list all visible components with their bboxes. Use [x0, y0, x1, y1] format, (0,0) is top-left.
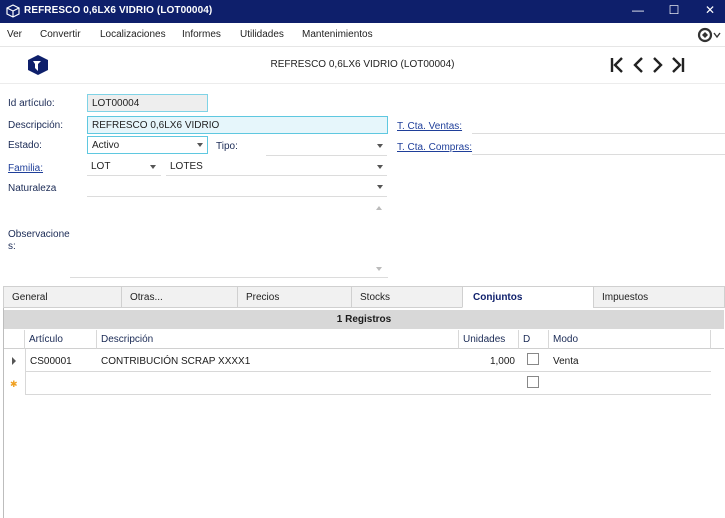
minimize-button[interactable]: —: [620, 0, 656, 23]
menu-informes[interactable]: Informes: [182, 29, 221, 40]
new-cell-modo[interactable]: [549, 372, 711, 395]
record-header: REFRESCO 0,6LX6 VIDRIO (LOT00004): [0, 48, 725, 84]
row-selector[interactable]: [4, 349, 25, 372]
naturaleza-underline: [87, 196, 387, 197]
familia-name-underline: [166, 175, 387, 176]
current-row-arrow-icon: [12, 357, 16, 365]
tipo-label: Tipo:: [216, 141, 238, 152]
cell-modo[interactable]: Venta: [549, 349, 711, 372]
cell-d[interactable]: [519, 349, 549, 372]
cell-unidades[interactable]: 1,000: [459, 349, 519, 372]
tab-otras[interactable]: Otras...: [121, 286, 238, 308]
d-checkbox[interactable]: [527, 353, 539, 365]
naturaleza-dropdown-icon[interactable]: [377, 185, 383, 189]
maximize-button[interactable]: ☐: [656, 0, 692, 23]
new-cell-d[interactable]: [519, 372, 549, 395]
cta-compras-field[interactable]: [472, 137, 724, 155]
cta-compras-label-link[interactable]: T. Cta. Compras:: [397, 142, 472, 153]
cta-ventas-label-link[interactable]: T. Cta. Ventas:: [397, 121, 462, 132]
familia-name-dropdown-icon[interactable]: [377, 165, 383, 169]
observaciones-textarea[interactable]: [70, 200, 388, 276]
familia-code-dropdown-icon[interactable]: [150, 165, 156, 169]
window-title: REFRESCO 0,6LX6 VIDRIO (LOT00004): [24, 5, 213, 16]
column-header-d[interactable]: D: [519, 330, 549, 349]
last-record-icon[interactable]: [671, 55, 685, 75]
tab-bar: General Otras... Precios Stocks Conjunto…: [3, 286, 725, 308]
observaciones-underline: [70, 277, 388, 278]
estado-dropdown-icon[interactable]: [197, 143, 203, 147]
descripcion-label: Descripción:: [8, 120, 64, 131]
scroll-up-icon[interactable]: [376, 206, 382, 210]
tipo-underline: [266, 155, 387, 156]
settings-dropdown-icon[interactable]: [697, 27, 723, 43]
cta-compras-underline: [472, 154, 725, 155]
cta-ventas-underline: [472, 133, 725, 134]
tab-impuestos[interactable]: Impuestos: [593, 286, 725, 308]
column-header-articulo[interactable]: Artículo: [25, 330, 97, 349]
tab-conjuntos[interactable]: Conjuntos: [462, 286, 594, 308]
tipo-dropdown-icon[interactable]: [377, 144, 383, 148]
title-bar: REFRESCO 0,6LX6 VIDRIO (LOT00004) — ☐ ✕: [0, 0, 725, 23]
menu-convertir[interactable]: Convertir: [40, 29, 81, 40]
tab-precios[interactable]: Precios: [237, 286, 352, 308]
id-articulo-label: Id artículo:: [8, 98, 55, 109]
cell-articulo[interactable]: CS00001: [25, 349, 97, 372]
new-cell-unidades[interactable]: [459, 372, 519, 395]
grid-record-count: 1 Registros: [4, 310, 724, 329]
previous-record-icon[interactable]: [631, 55, 645, 75]
first-record-icon[interactable]: [610, 55, 624, 75]
familia-name-select[interactable]: LOTES: [166, 158, 386, 176]
menu-ver[interactable]: Ver: [7, 29, 22, 40]
new-cell-descripcion[interactable]: [97, 372, 459, 395]
grid-header-filler: [711, 330, 724, 349]
package-icon: [6, 4, 20, 18]
column-header-descripcion[interactable]: Descripción: [97, 330, 459, 349]
new-row-marker-icon: ✱: [10, 379, 18, 389]
cell-descripcion[interactable]: CONTRIBUCIÓN SCRAP XXXX1: [97, 349, 459, 372]
menu-localizaciones[interactable]: Localizaciones: [100, 29, 166, 40]
new-cell-articulo[interactable]: [25, 372, 97, 395]
naturaleza-label: Naturaleza: [8, 183, 57, 194]
grid-rowheader-corner: [4, 330, 25, 349]
estado-select[interactable]: Activo: [87, 136, 208, 154]
close-button[interactable]: ✕: [692, 0, 725, 23]
menu-mantenimientos[interactable]: Mantenimientos: [302, 29, 373, 40]
familia-code-underline: [87, 175, 161, 176]
descripcion-field[interactable]: REFRESCO 0,6LX6 VIDRIO: [87, 116, 388, 134]
scroll-down-icon[interactable]: [376, 267, 382, 271]
id-articulo-field[interactable]: LOT00004: [87, 94, 208, 112]
new-d-checkbox[interactable]: [527, 376, 539, 388]
tipo-select[interactable]: [266, 137, 386, 155]
naturaleza-select[interactable]: [87, 179, 387, 197]
conjuntos-grid: 1 Registros Artículo Descripción Unidade…: [3, 308, 725, 518]
column-header-modo[interactable]: Modo: [549, 330, 711, 349]
menu-bar: Ver Convertir Localizaciones Informes Ut…: [0, 23, 725, 47]
cta-ventas-field[interactable]: [472, 116, 724, 134]
tab-general[interactable]: General: [3, 286, 122, 308]
observaciones-label: Observacione s:: [8, 229, 70, 252]
column-header-unidades[interactable]: Unidades: [459, 330, 519, 349]
menu-utilidades[interactable]: Utilidades: [240, 29, 284, 40]
familia-label-link[interactable]: Familia:: [8, 163, 43, 174]
estado-label: Estado:: [8, 140, 42, 151]
tab-stocks[interactable]: Stocks: [351, 286, 463, 308]
next-record-icon[interactable]: [651, 55, 665, 75]
